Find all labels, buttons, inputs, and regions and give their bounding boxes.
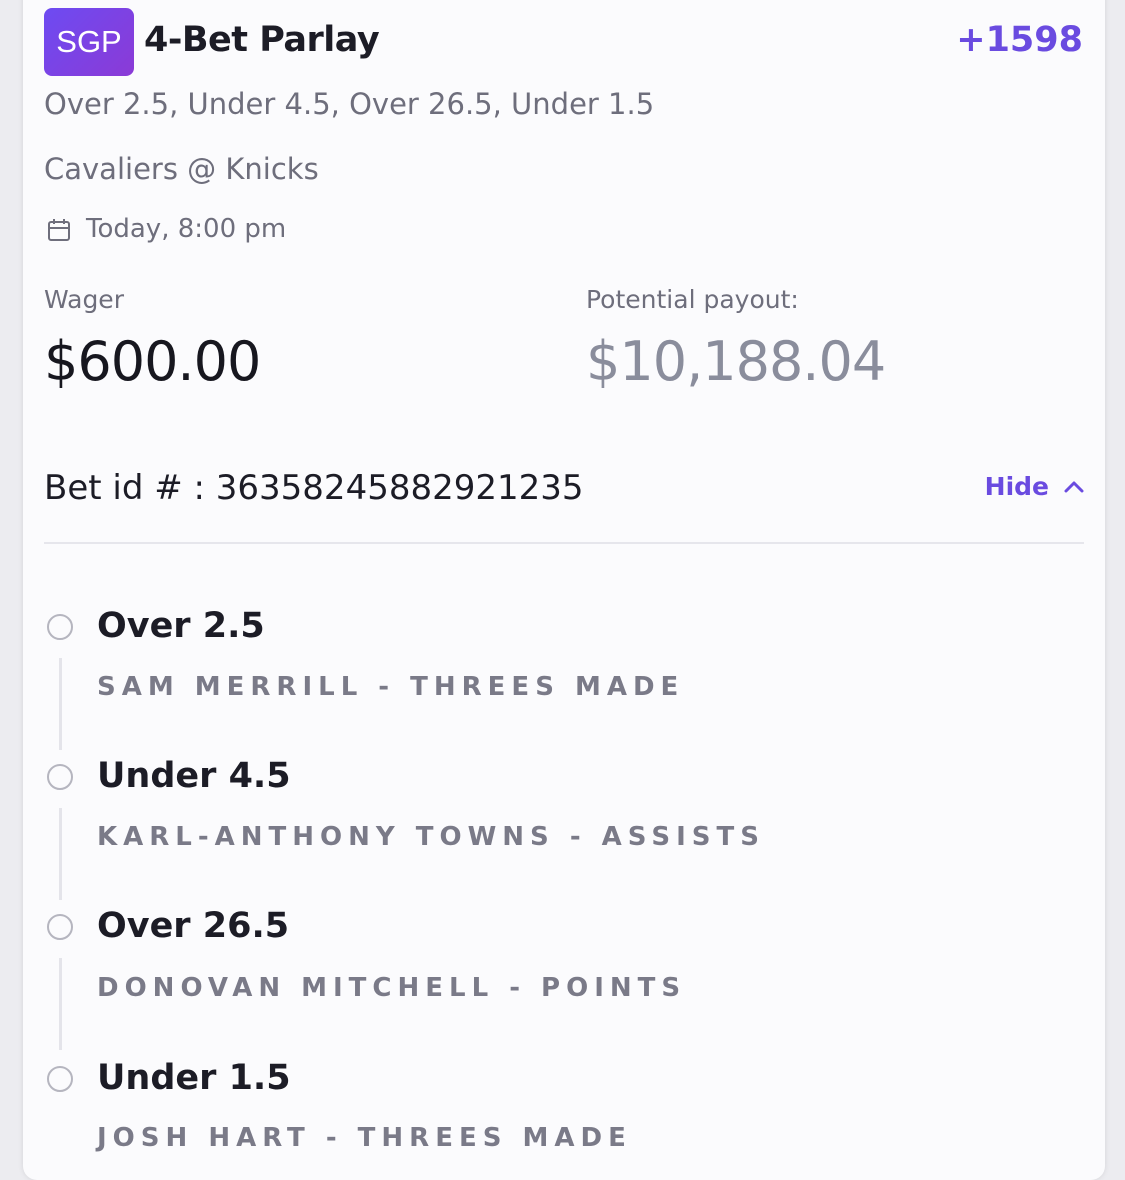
matchup: Cavaliers @ Knicks	[44, 152, 319, 186]
bet-odds: +1598	[956, 20, 1083, 60]
timeline-connector	[59, 958, 62, 1050]
leg-status-circle-icon	[47, 764, 73, 790]
chevron-up-icon	[1064, 481, 1084, 492]
bet-title: 4-Bet Parlay	[144, 20, 380, 60]
leg-market: DONOVAN MITCHELL - POINTS	[97, 973, 687, 1003]
leg-market: SAM MERRILL - THREES MADE	[97, 672, 685, 702]
payout-label: Potential payout:	[586, 285, 799, 314]
leg-selection: Over 2.5	[97, 606, 265, 646]
calendar-icon	[48, 219, 70, 241]
wager-label: Wager	[44, 285, 124, 314]
leg-market: JOSH HART - THREES MADE	[97, 1123, 632, 1153]
leg-selection: Under 1.5	[97, 1058, 291, 1098]
leg-selection: Under 4.5	[97, 756, 291, 796]
timeline-connector	[59, 658, 62, 750]
selections-summary: Over 2.5, Under 4.5, Over 26.5, Under 1.…	[44, 87, 655, 121]
leg-status-circle-icon	[47, 1066, 73, 1092]
bet-id: Bet id # : 36358245882921235	[44, 468, 584, 508]
divider	[44, 542, 1084, 544]
bet-card: SGP 4-Bet Parlay +1598 Over 2.5, Under 4…	[23, 0, 1105, 1180]
timeline-connector	[59, 808, 62, 900]
hide-legs-button[interactable]: Hide	[985, 472, 1085, 501]
leg-status-circle-icon	[47, 614, 73, 640]
payout-value: $10,188.04	[586, 330, 886, 393]
hide-button-label: Hide	[984, 472, 1049, 501]
leg-market: KARL-ANTHONY TOWNS - ASSISTS	[97, 822, 765, 852]
leg-status-circle-icon	[47, 914, 73, 940]
sgp-badge: SGP	[44, 8, 134, 76]
event-datetime: Today, 8:00 pm	[86, 214, 287, 244]
leg-selection: Over 26.5	[97, 906, 290, 946]
wager-value: $600.00	[44, 330, 261, 393]
